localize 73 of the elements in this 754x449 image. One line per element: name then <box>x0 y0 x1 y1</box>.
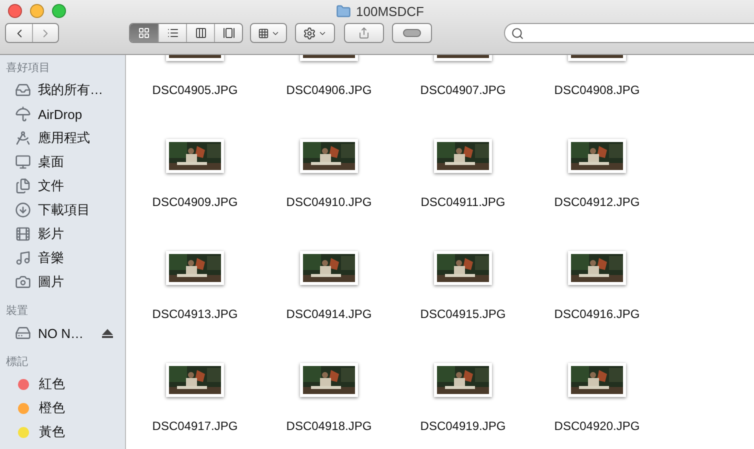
compass-icon <box>15 130 31 146</box>
search-icon <box>511 26 524 40</box>
umbrella-icon <box>15 106 31 122</box>
file-name[interactable]: DSC04906.JPG <box>286 83 372 97</box>
sidebar-item[interactable]: 文件 <box>38 177 64 195</box>
file-name[interactable]: DSC04905.JPG <box>152 83 238 97</box>
arrange-button[interactable] <box>250 23 287 43</box>
share-button[interactable] <box>344 23 384 43</box>
file-name[interactable]: DSC04916.JPG <box>554 307 640 321</box>
zoom-button[interactable] <box>52 4 66 18</box>
file-name[interactable]: DSC04909.JPG <box>152 195 238 209</box>
file-name[interactable]: DSC04908.JPG <box>554 83 640 97</box>
film-icon <box>15 226 31 242</box>
sidebar-item[interactable]: 應用程式 <box>38 129 90 147</box>
sidebar-item[interactable]: 橙色 <box>39 399 65 417</box>
thumbnail[interactable] <box>568 251 626 285</box>
sidebar-item[interactable]: 紅色 <box>39 375 65 393</box>
sidebar-item[interactable]: 黃色 <box>39 423 65 441</box>
folder-icon <box>336 4 352 18</box>
sidebar-item[interactable]: 音樂 <box>38 249 64 267</box>
file-name[interactable]: DSC04914.JPG <box>286 307 372 321</box>
section-header: 喜好項目 <box>5 61 51 76</box>
action-button[interactable] <box>295 23 335 43</box>
file-name[interactable]: DSC04918.JPG <box>286 419 372 433</box>
settings-icon <box>303 26 316 40</box>
file-name[interactable]: DSC04915.JPG <box>420 307 506 321</box>
sidebar-item[interactable]: NO N… <box>38 326 84 340</box>
close-button[interactable] <box>8 4 22 18</box>
thumbnail[interactable] <box>300 139 358 173</box>
inbox-icon <box>15 82 31 98</box>
file-name[interactable]: DSC04912.JPG <box>554 195 640 209</box>
drive-icon <box>15 325 31 341</box>
eject-icon[interactable] <box>102 328 113 338</box>
file-name[interactable]: DSC04911.JPG <box>420 195 506 209</box>
share-icon <box>358 27 370 39</box>
thumbnail[interactable] <box>166 139 224 173</box>
download-icon <box>15 202 31 218</box>
grid-icon <box>258 28 268 38</box>
sidebar-item[interactable]: 桌面 <box>38 153 64 171</box>
section-header: 裝置 <box>5 304 29 319</box>
file-name[interactable]: DSC04910.JPG <box>286 195 372 209</box>
thumbnail[interactable] <box>434 139 492 173</box>
thumbnail[interactable] <box>300 251 358 285</box>
file-name[interactable]: DSC04907.JPG <box>420 83 506 97</box>
sidebar-item[interactable]: 我的所有… <box>38 81 103 99</box>
file-name[interactable]: DSC04917.JPG <box>152 419 238 433</box>
grid-icon <box>138 27 150 39</box>
icon-view-button[interactable] <box>130 24 158 42</box>
monitor-icon <box>15 154 31 170</box>
thumbnail[interactable] <box>300 363 358 397</box>
sidebar-item[interactable]: 圖片 <box>38 273 64 291</box>
section-header: 標記 <box>5 355 29 370</box>
search-field[interactable] <box>504 23 754 43</box>
gallery-icon <box>222 27 234 39</box>
tag-button[interactable] <box>392 23 432 43</box>
file-name[interactable]: DSC04919.JPG <box>420 419 506 433</box>
window-title: 100MSDCF <box>356 4 424 18</box>
sidebar-item[interactable]: 下載項目 <box>38 201 90 219</box>
columns-icon <box>194 27 206 39</box>
file-name[interactable]: DSC04920.JPG <box>554 419 640 433</box>
sidebar-item[interactable]: AirDrop <box>38 106 82 122</box>
camera-icon <box>15 274 31 290</box>
documents-icon <box>15 178 31 194</box>
thumbnail[interactable] <box>568 139 626 173</box>
music-icon <box>15 250 31 266</box>
thumbnail[interactable] <box>434 363 492 397</box>
file-name[interactable]: DSC04913.JPG <box>152 307 238 321</box>
thumbnail[interactable] <box>568 363 626 397</box>
pill-icon <box>403 29 421 37</box>
thumbnail[interactable] <box>166 363 224 397</box>
thumbnail[interactable] <box>434 251 492 285</box>
thumbnail[interactable] <box>166 251 224 285</box>
sidebar-item[interactable]: 影片 <box>38 225 64 243</box>
